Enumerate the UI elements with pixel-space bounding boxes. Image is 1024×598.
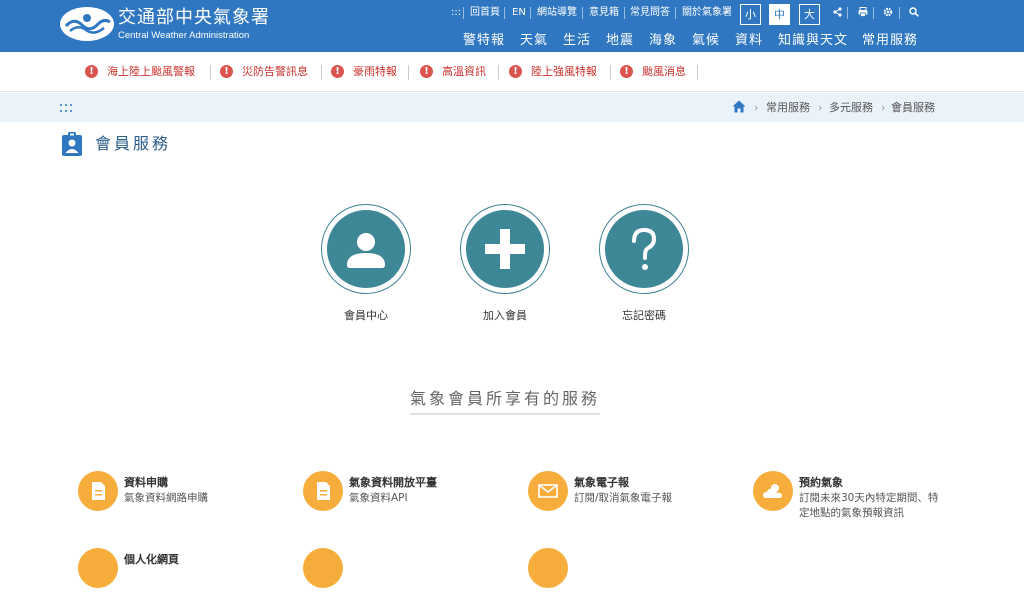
cwa-logo[interactable]	[60, 7, 114, 41]
about-link[interactable]: 關於氣象署	[682, 7, 732, 19]
sitemap-link[interactable]: 網站導覽	[537, 7, 577, 19]
alert-item[interactable]: ! 海上陸上颱風警報	[85, 65, 215, 80]
service-item[interactable]: 資料申購 氣象資料網路申購	[78, 471, 278, 521]
font-size-large-button[interactable]: 大	[799, 4, 820, 25]
service-item[interactable]: 個人化網頁	[78, 548, 278, 598]
nav-weather[interactable]: 天氣	[520, 33, 548, 48]
mail-icon	[528, 471, 568, 511]
font-size-medium-button[interactable]: 中	[769, 4, 790, 25]
nav-data[interactable]: 資料	[735, 33, 763, 48]
font-size-small-button[interactable]: 小	[740, 4, 761, 25]
alert-bar: ! 海上陸上颱風警報 ! 災防告警訊息 ! 豪雨特報 ! 高溫資訊 ! 陸上強風…	[0, 52, 1024, 92]
breadcrumb-separator: ›	[754, 101, 759, 114]
breadcrumb-item[interactable]: 多元服務	[829, 101, 873, 115]
feedback-link[interactable]: 意見箱	[589, 7, 619, 19]
alert-item[interactable]: ! 災防告警訊息	[220, 65, 322, 80]
plus-icon	[485, 229, 525, 269]
alert-item[interactable]: ! 陸上強風特報	[509, 65, 611, 80]
member-center-label: 會員中心	[344, 309, 388, 322]
document-icon	[78, 471, 118, 511]
utility-bar: ::: 回首頁 EN 網站導覽 意見箱 常見問答 關於氣象署 小 中 大	[450, 2, 1024, 25]
alert-icon: !	[620, 65, 633, 78]
service-icon	[303, 548, 343, 588]
breadcrumb-current: 會員服務	[891, 101, 935, 114]
home-icon[interactable]	[732, 100, 746, 113]
alert-icon: !	[420, 65, 433, 78]
cloud-icon	[753, 471, 793, 511]
service-item[interactable]	[303, 548, 503, 598]
forgot-password-button[interactable]: 忘記密碼	[599, 204, 689, 322]
search-icon[interactable]	[909, 7, 919, 21]
service-icon	[528, 548, 568, 588]
alert-icon: !	[85, 65, 98, 78]
nav-life[interactable]: 生活	[563, 33, 591, 48]
nav-services[interactable]: 常用服務	[862, 33, 918, 48]
alert-icon: !	[331, 65, 344, 78]
breadcrumb-item[interactable]: 常用服務	[766, 101, 810, 115]
nav-marine[interactable]: 海象	[649, 33, 677, 48]
user-icon	[347, 233, 385, 268]
join-member-label: 加入會員	[483, 309, 527, 322]
page-title: 會員服務	[95, 134, 172, 153]
service-item[interactable]: 氣象資料開放平臺 氣象資料API	[303, 471, 503, 521]
alert-icon: !	[509, 65, 522, 78]
site-subtitle: Central Weather Administration	[118, 30, 250, 41]
service-item[interactable]: 氣象電子報 訂閱/取消氣象電子報	[528, 471, 728, 521]
user-icon	[78, 548, 118, 588]
section-title: 氣象會員所享有的服務	[409, 389, 600, 408]
site-header: 交通部中央氣象署 Central Weather Administration …	[0, 0, 1024, 52]
nav-warnings[interactable]: 警特報	[463, 33, 505, 48]
share-icon[interactable]	[833, 7, 842, 21]
alert-item[interactable]: ! 高溫資訊	[420, 65, 500, 80]
breadcrumb-separator: ›	[881, 101, 886, 114]
breadcrumb-bar: › 常用服務 › 多元服務 › 會員服務	[0, 93, 1024, 122]
breadcrumb-separator: ›	[818, 101, 823, 114]
faq-link[interactable]: 常見問答	[630, 7, 670, 19]
accesskey-link[interactable]: :::	[451, 7, 461, 19]
alert-item[interactable]: ! 豪雨特報	[331, 65, 411, 80]
join-member-button[interactable]: 加入會員	[460, 204, 550, 322]
settings-icon[interactable]	[883, 7, 893, 21]
service-item[interactable]	[528, 548, 728, 598]
print-icon[interactable]	[858, 7, 868, 21]
forgot-password-label: 忘記密碼	[622, 309, 666, 322]
member-center-button[interactable]: 會員中心	[321, 204, 411, 322]
nav-knowledge[interactable]: 知識與天文	[778, 33, 848, 48]
member-badge-icon	[62, 132, 82, 156]
question-icon	[632, 227, 657, 270]
alert-icon: !	[220, 65, 233, 78]
alert-item[interactable]: ! 颱風消息	[620, 65, 700, 80]
english-link[interactable]: EN	[512, 7, 526, 19]
nav-climate[interactable]: 氣候	[692, 33, 720, 48]
site-name[interactable]: 交通部中央氣象署	[118, 8, 270, 28]
document-icon	[303, 471, 343, 511]
section-divider	[410, 413, 600, 415]
service-item[interactable]: 預約氣象 訂閱未來30天內特定期間、特定地點的氣象預報資訊	[753, 471, 953, 521]
nav-earthquake[interactable]: 地震	[606, 33, 634, 48]
menu-grid-icon[interactable]	[60, 102, 74, 114]
home-link[interactable]: 回首頁	[470, 7, 500, 19]
